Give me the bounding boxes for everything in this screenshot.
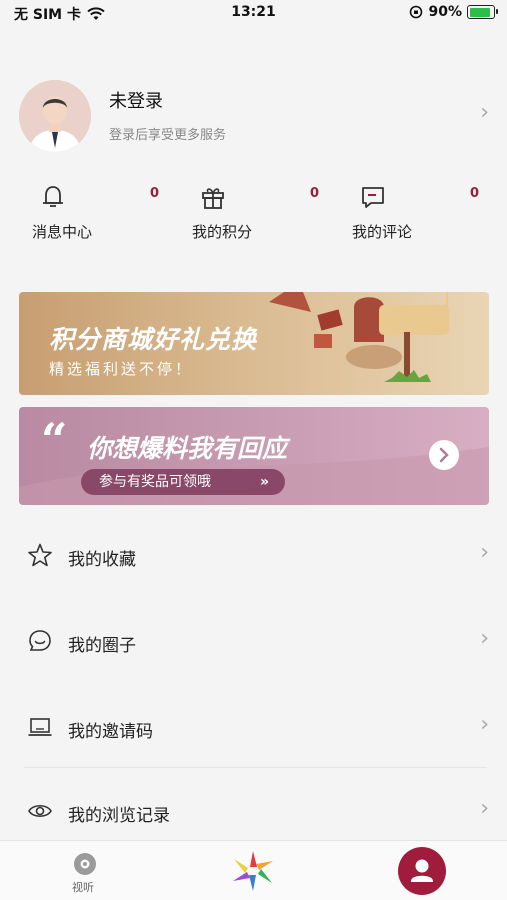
app-logo-icon [233,851,273,891]
menu-label: 我的浏览记录 [68,806,170,826]
chevron-right-icon [439,447,449,463]
tab-label: 视听 [72,881,94,894]
go-button[interactable] [429,440,459,470]
bell-icon [43,186,63,207]
default-avatar-icon [19,80,91,152]
stat-count: 0 [150,186,160,201]
chevron-right-icon: › [480,796,489,821]
battery-icon [467,5,498,19]
video-disc-icon [74,853,96,875]
tab-me[interactable] [398,847,446,895]
quote-mark: “ [41,413,68,467]
banner-subtitle: 精选福利送不停！ [49,360,194,378]
menu-label: 我的邀请码 [68,722,153,742]
login-status[interactable]: 未登录 [109,87,163,113]
battery-percent: 90% [428,4,462,20]
banner-title: 积分商城好礼兑换 [49,325,258,354]
stat-count: 0 [470,186,480,201]
pill-label: 参与有奖品可领哦 [99,474,211,490]
avatar[interactable] [19,80,91,152]
user-icon [411,859,433,882]
stat-count: 0 [310,186,320,201]
chevron-right-icon: › [480,626,489,651]
mailbox-illustration [269,292,449,382]
stat-label: 我的积分 [192,223,253,241]
chat-circle-icon [29,630,51,651]
stat-points[interactable]: 我的积分 0 [180,178,340,248]
star-icon [28,543,52,567]
status-bar: 无 SIM 卡 13:21 90% [0,0,507,26]
profile-header[interactable]: 未登录 登录后享受更多服务 › [0,70,507,165]
tipoff-banner[interactable]: “ 你想爆料我有回应 参与有奖品可领哦 » [19,407,489,505]
chevron-right-icon: › [480,540,489,565]
menu-item-favorites[interactable]: 我的收藏 › [0,512,507,598]
stat-comments[interactable]: 我的评论 0 [340,178,500,248]
comment-icon [362,187,384,208]
menu-item-invite-code[interactable]: 我的邀请码 › [0,684,507,770]
chevron-right-icon: › [480,100,489,125]
stat-messages[interactable]: 消息中心 0 [20,178,180,248]
double-chevron-icon: » [259,474,269,490]
menu-label: 我的收藏 [68,550,136,570]
menu-item-circles[interactable]: 我的圈子 › [0,598,507,684]
gift-icon [202,188,224,209]
stat-label: 我的评论 [352,223,413,241]
eye-icon [28,804,52,818]
bottom-tab-bar: 视听 [0,840,507,900]
points-mall-banner[interactable]: 积分商城好礼兑换 精选福利送不停！ [19,292,489,395]
chevron-right-icon: › [480,712,489,737]
tab-video[interactable]: 视听 [66,849,106,895]
stats-row: 消息中心 0 我的积分 0 我的评论 0 [0,178,507,248]
laptop-icon [28,718,52,736]
stat-label: 消息中心 [32,223,93,241]
menu-label: 我的圈子 [68,636,136,656]
rotation-lock-icon [410,5,423,19]
tab-home[interactable] [228,849,278,893]
banner-title: 你想爆料我有回应 [87,434,288,463]
join-pill[interactable]: 参与有奖品可领哦 » [81,469,285,495]
login-hint: 登录后享受更多服务 [109,128,227,143]
